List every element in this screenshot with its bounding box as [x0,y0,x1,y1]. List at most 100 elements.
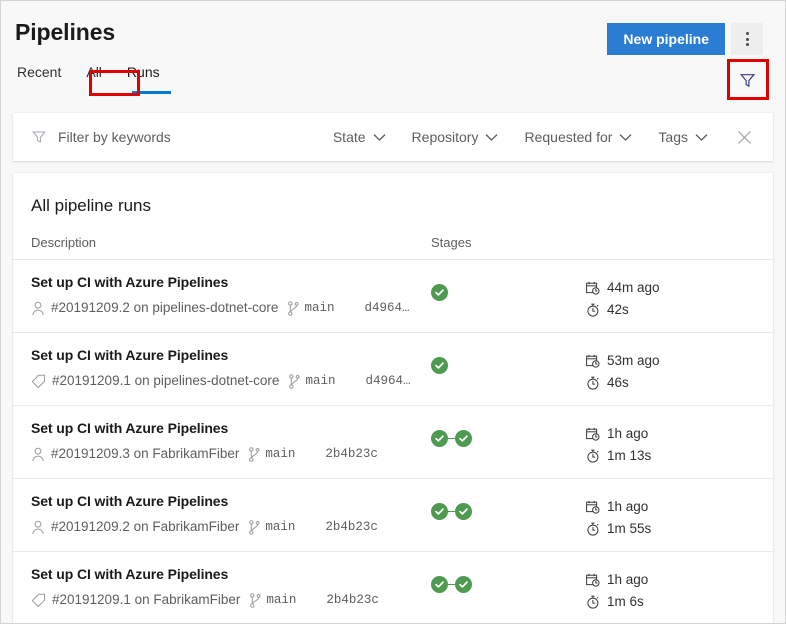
run-title-link[interactable]: Set up CI with Azure Pipelines [31,418,431,438]
run-stages [431,564,586,593]
run-age-label: 1h ago [607,496,648,518]
branch-icon [248,447,261,462]
run-title-link[interactable]: Set up CI with Azure Pipelines [31,564,431,584]
filter-bar: Filter by keywords State Repository Requ… [13,113,773,161]
tab-recent[interactable]: Recent [15,61,63,85]
filter-dropdown-requested-for[interactable]: Requested for [524,129,632,145]
check-icon [434,287,445,298]
column-header-stages: Stages [431,235,471,250]
calendar-clock-icon [586,354,600,368]
table-row[interactable]: Set up CI with Azure Pipelines #20191209… [13,260,773,333]
chevron-down-icon [619,133,632,142]
run-metadata: #20191209.3 on FabrikamFiber main 2b4b23… [31,445,431,463]
run-metadata: #20191209.2 on FabrikamFiber main 2b4b23… [31,518,431,536]
run-title-link[interactable]: Set up CI with Azure Pipelines [31,272,431,292]
run-branch-label: main [265,445,295,463]
run-metadata: #20191209.2 on pipelines-dotnet-core mai… [31,299,431,317]
run-commit-hash[interactable]: d4964… [365,372,410,390]
run-title-link[interactable]: Set up CI with Azure Pipelines [31,491,431,511]
run-commit-hash[interactable]: 2b4b23c [326,591,379,609]
run-branch-label: main [304,299,334,317]
run-build-number: #20191209.2 on FabrikamFiber [51,518,239,536]
run-times: 1h ago 1m 6s [586,564,648,613]
filter-dropdown-repository[interactable]: Repository [412,129,499,145]
stopwatch-icon [586,449,600,463]
run-duration: 42s [586,299,660,321]
run-duration: 1m 13s [586,445,651,467]
pipelines-page: Pipelines Recent All Runs New pipeline [0,0,786,624]
tab-all[interactable]: All [84,61,104,85]
more-actions-button[interactable] [731,23,763,55]
run-commit-hash[interactable]: 2b4b23c [325,518,378,536]
run-commit-hash[interactable]: 2b4b23c [325,445,378,463]
stage-status-succeeded[interactable] [455,503,472,520]
run-commit-hash[interactable]: d4964… [364,299,409,317]
run-metadata: #20191209.1 on pipelines-dotnet-core mai… [31,372,431,390]
close-icon [736,129,753,146]
runs-section-title: All pipeline runs [13,173,773,218]
funnel-icon [739,72,756,89]
filter-dropdown-tags[interactable]: Tags [658,129,708,145]
stage-connector [448,438,455,440]
run-duration: 1m 55s [586,518,651,540]
table-row[interactable]: Set up CI with Azure Pipelines #20191209… [13,406,773,479]
run-duration-label: 1m 6s [607,591,644,613]
stage-connector [448,511,455,513]
run-duration-label: 1m 55s [607,518,651,540]
stage-status-succeeded[interactable] [431,357,448,374]
run-description: Set up CI with Azure Pipelines #20191209… [31,491,431,536]
run-build-number: #20191209.1 on FabrikamFiber [52,591,240,609]
run-stages [431,491,586,520]
filter-dropdown-tags-label: Tags [658,129,688,145]
chevron-down-icon [373,133,386,142]
search-input[interactable]: Filter by keywords [31,129,307,145]
filter-dropdown-requested-for-label: Requested for [524,129,612,145]
filter-dropdown-state-label: State [333,129,366,145]
table-row[interactable]: Set up CI with Azure Pipelines #20191209… [13,552,773,624]
run-times: 44m ago 42s [586,272,660,321]
tab-runs[interactable]: Runs [125,61,162,85]
stage-status-succeeded[interactable] [455,576,472,593]
run-duration-label: 46s [607,372,629,394]
run-build-number: #20191209.2 on pipelines-dotnet-core [51,299,278,317]
run-times: 1h ago 1m 13s [586,418,651,467]
run-branch[interactable]: main [248,518,295,536]
table-header-row: Description Stages [13,218,773,260]
table-row[interactable]: Set up CI with Azure Pipelines #20191209… [13,479,773,552]
run-build-number: #20191209.3 on FabrikamFiber [51,445,239,463]
filter-toggle-button[interactable] [731,65,763,95]
filter-dropdown-repository-label: Repository [412,129,479,145]
run-age: 53m ago [586,350,660,372]
clear-filters-button[interactable] [736,129,753,146]
run-branch[interactable]: main [249,591,296,609]
run-title-link[interactable]: Set up CI with Azure Pipelines [31,345,431,365]
run-duration: 1m 6s [586,591,648,613]
run-branch[interactable]: main [248,445,295,463]
stage-status-succeeded[interactable] [431,430,448,447]
stage-status-succeeded[interactable] [455,430,472,447]
run-age: 44m ago [586,277,660,299]
filter-dropdown-state[interactable]: State [333,129,386,145]
tab-recent-label: Recent [17,64,61,80]
run-duration: 46s [586,372,660,394]
check-icon [434,579,445,590]
check-icon [434,506,445,517]
run-description: Set up CI with Azure Pipelines #20191209… [31,272,431,317]
stage-status-succeeded[interactable] [431,284,448,301]
person-icon [31,520,45,535]
funnel-icon [31,129,47,145]
tab-all-label: All [86,64,102,80]
run-branch[interactable]: main [287,299,334,317]
run-branch[interactable]: main [288,372,335,390]
more-vertical-icon [746,43,749,46]
table-row[interactable]: Set up CI with Azure Pipelines #20191209… [13,333,773,406]
run-branch-label: main [305,372,335,390]
stage-status-succeeded[interactable] [431,576,448,593]
search-input-placeholder: Filter by keywords [58,129,171,145]
stage-status-succeeded[interactable] [431,503,448,520]
person-icon [31,301,45,316]
more-vertical-icon [746,32,749,35]
page-header: Pipelines Recent All Runs New pipeline [1,1,785,111]
check-icon [458,506,469,517]
new-pipeline-button[interactable]: New pipeline [607,23,725,55]
